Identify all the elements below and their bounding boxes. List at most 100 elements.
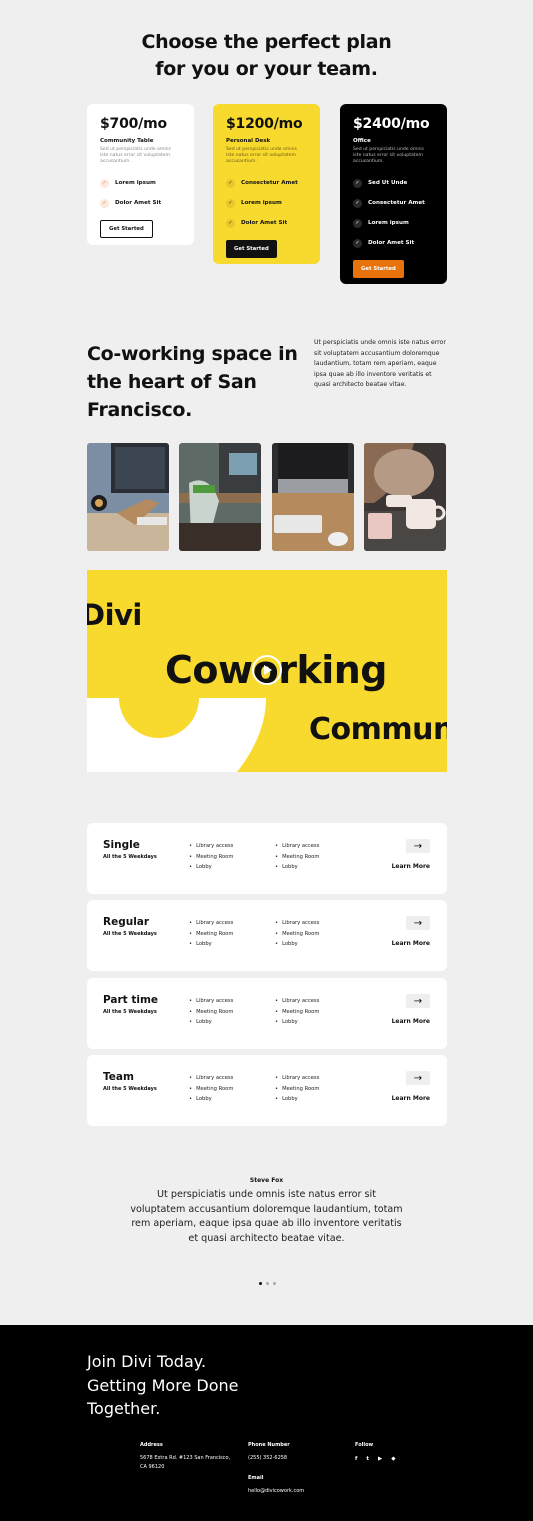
carousel-dot[interactable] — [273, 1282, 276, 1285]
pricing-card-office: $2400/mo Office Sed ut perspiciatis unde… — [340, 104, 447, 284]
membership-schedule: All the 5 Weekdays — [103, 1009, 157, 1015]
carousel-dot[interactable] — [266, 1282, 269, 1285]
amenity-list: Library access Meeting Room Lobby — [275, 996, 319, 1028]
amenity-item: Meeting Room — [189, 852, 233, 863]
email-label: Email — [248, 1475, 264, 1481]
arrow-right-icon[interactable]: → — [406, 994, 430, 1008]
card-price: $700/mo — [100, 116, 167, 132]
footer-address: Address 5678 Extra Rd. #123 San Francisc… — [140, 1441, 230, 1473]
membership-schedule: All the 5 Weekdays — [103, 931, 157, 937]
feature-item: ✓ Consectetur Amet — [226, 173, 307, 193]
check-icon: ✓ — [100, 178, 109, 188]
feature-item: ✓ Dolor Amet Sit — [100, 193, 181, 213]
amenity-item: Lobby — [189, 1094, 233, 1105]
get-started-button[interactable]: Get Started — [226, 240, 277, 258]
photo-coffee-phone — [364, 443, 446, 551]
membership-name: Regular — [103, 916, 150, 928]
check-icon: ✓ — [100, 198, 109, 208]
check-icon: ✓ — [226, 198, 235, 208]
page: Choose the perfect plan for you or your … — [0, 0, 533, 1521]
social-links: f t ▶ ◆ — [355, 1455, 396, 1465]
arrow-right-icon[interactable]: → — [406, 916, 430, 930]
card-description: Sed ut perspiciatis unde omnis iste natu… — [226, 147, 297, 164]
banner-word-divi: Divi — [87, 598, 142, 632]
play-button[interactable] — [252, 655, 282, 685]
social-icon[interactable]: ◆ — [391, 1455, 395, 1465]
card-price: $1200/mo — [226, 116, 303, 132]
amenity-item: Library access — [275, 996, 319, 1007]
photo-laptop-keyboard — [272, 443, 354, 551]
amenity-item: Meeting Room — [275, 852, 319, 863]
card-plan-name: Community Table — [100, 138, 154, 144]
card-description: Sed ut perspiciatis unde omnis iste natu… — [353, 147, 424, 164]
carousel-dots — [259, 1282, 276, 1285]
phone-label: Phone Number — [248, 1442, 290, 1448]
address-line: 5678 Extra Rd. #123 San Francisco, — [140, 1454, 231, 1461]
learn-more-link[interactable]: Learn More — [392, 1095, 430, 1102]
twitter-icon[interactable]: t — [366, 1455, 369, 1465]
feature-item: ✓ Lorem ipsum — [100, 173, 181, 193]
footer: Join Divi Today. Getting More Done Toget… — [0, 1325, 533, 1521]
amenity-item: Lobby — [275, 1094, 319, 1105]
feature-list: ✓ Sed Ut Unde ✓ Consectetur Amet ✓ Lorem ip… — [353, 173, 434, 253]
footer-contact: Phone Number (255) 352-6258 Email hello@… — [248, 1441, 304, 1496]
amenity-item: Lobby — [189, 1017, 233, 1028]
feature-list: ✓ Consectetur Amet ✓ Lorem ipsum ✓ Dolor Am… — [226, 173, 307, 233]
amenity-item: Library access — [275, 918, 319, 929]
check-icon: ✓ — [353, 178, 362, 188]
facebook-icon[interactable]: f — [355, 1455, 357, 1465]
amenity-item: Library access — [189, 841, 233, 852]
arrow-right-icon[interactable]: → — [406, 839, 430, 853]
youtube-icon[interactable]: ▶ — [378, 1455, 382, 1465]
testimonial-author: Steve Fox — [249, 1177, 284, 1184]
feature-list: ✓ Lorem ipsum ✓ Dolor Amet Sit — [100, 173, 181, 213]
feature-item: ✓ Dolor Amet Sit — [226, 213, 307, 233]
learn-more-link[interactable]: Learn More — [392, 1018, 430, 1025]
amenity-item: Library access — [275, 841, 319, 852]
membership-row-team: Team All the 5 Weekdays Library access M… — [87, 1055, 447, 1126]
amenity-item: Library access — [189, 918, 233, 929]
address-label: Address — [140, 1442, 163, 1448]
amenity-item: Library access — [189, 1073, 233, 1084]
footer-follow: Follow f t ▶ ◆ — [355, 1441, 396, 1464]
testimonial-quote: Ut perspiciatis unde omnis iste natus er… — [130, 1189, 403, 1244]
get-started-button[interactable]: Get Started — [100, 220, 153, 238]
amenity-item: Meeting Room — [189, 1084, 233, 1095]
check-icon: ✓ — [353, 198, 362, 208]
section-title: Co-working space in the heart of San Fra… — [87, 343, 298, 421]
feature-item: ✓ Consectetur Amet — [353, 193, 434, 213]
card-price: $2400/mo — [353, 116, 430, 132]
card-plan-name: Office — [353, 138, 371, 144]
amenity-item: Lobby — [275, 862, 319, 873]
membership-name: Single — [103, 839, 140, 851]
amenity-item: Meeting Room — [275, 1007, 319, 1018]
amenity-list: Library access Meeting Room Lobby — [189, 918, 233, 950]
membership-name: Part time — [103, 994, 159, 1006]
check-icon: ✓ — [226, 218, 235, 228]
title-line-1: Choose the perfect plan — [141, 31, 392, 53]
feature-item: ✓ Lorem ipsum — [226, 193, 307, 213]
amenity-item: Meeting Room — [275, 1084, 319, 1095]
play-icon — [264, 665, 272, 675]
amenity-list: Library access Meeting Room Lobby — [275, 1073, 319, 1105]
phone-number[interactable]: (255) 352-6258 — [248, 1454, 304, 1464]
learn-more-link[interactable]: Learn More — [392, 940, 430, 947]
address-line: CA 96120 — [140, 1464, 165, 1470]
check-icon: ✓ — [353, 218, 362, 228]
carousel-dot[interactable] — [259, 1282, 262, 1285]
page-title: Choose the perfect plan for you or your … — [0, 29, 533, 83]
membership-schedule: All the 5 Weekdays — [103, 854, 157, 860]
email-address[interactable]: hello@divicowork.com — [248, 1487, 304, 1497]
amenity-item: Lobby — [275, 939, 319, 950]
amenity-item: Lobby — [189, 939, 233, 950]
get-started-button[interactable]: Get Started — [353, 260, 404, 278]
arrow-right-icon[interactable]: → — [406, 1071, 430, 1085]
check-icon: ✓ — [353, 238, 362, 248]
amenity-list: Library access Meeting Room Lobby — [189, 841, 233, 873]
amenity-item: Meeting Room — [189, 1007, 233, 1018]
membership-name: Team — [103, 1071, 134, 1083]
membership-row-part-time: Part time All the 5 Weekdays Library acc… — [87, 978, 447, 1049]
learn-more-link[interactable]: Learn More — [392, 863, 430, 870]
feature-item: ✓ Dolor Amet Sit — [353, 233, 434, 253]
follow-label: Follow — [355, 1442, 374, 1448]
